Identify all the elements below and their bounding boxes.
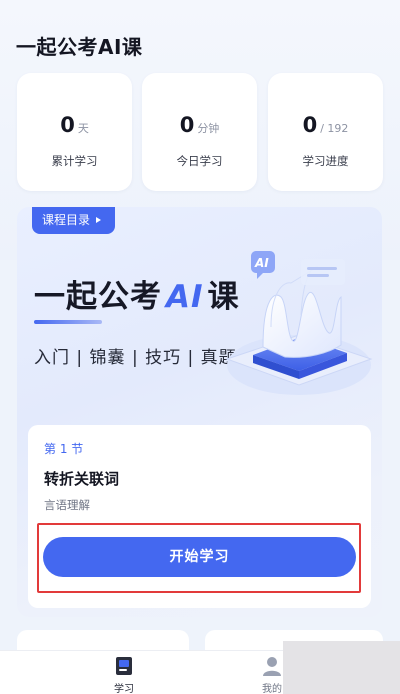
start-learning-button[interactable]: 开始学习	[43, 537, 356, 577]
stats-row: 0天 累计学习 0 分钟 今日学习 0/ 192 学习进度	[17, 73, 383, 191]
stat-value: 0	[179, 113, 195, 137]
stat-card-today-minutes: 0 分钟 今日学习	[142, 73, 257, 191]
stat-label: 学习进度	[302, 154, 349, 168]
stat-card-progress: 0/ 192 学习进度	[268, 73, 383, 191]
tab-study[interactable]: 学习	[84, 651, 164, 694]
caret-right-icon	[96, 217, 102, 223]
stat-unit: 分钟	[197, 122, 220, 135]
stat-label: 累计学习	[51, 154, 98, 168]
ai-badge-text: AI	[254, 256, 269, 270]
stat-card-total-days: 0天 累计学习	[17, 73, 132, 191]
page-title: 一起公考AI课	[16, 35, 143, 59]
stat-value: 0	[60, 113, 75, 137]
hero-title-part: 一起公考	[34, 279, 162, 315]
stat-label: 今日学习	[176, 154, 223, 168]
hero-title: 一起公考 AI 课	[34, 271, 240, 316]
lesson-category: 言语理解	[44, 498, 90, 512]
tab-study-label: 学习	[114, 684, 134, 694]
ai-course-illustration: AI	[225, 251, 373, 395]
hero-title-ai: AI	[166, 279, 204, 315]
stat-value: 0	[302, 113, 318, 137]
lesson-number: 第 1 节	[44, 442, 84, 456]
hero-underline	[34, 320, 102, 324]
stat-unit: 天	[77, 122, 89, 135]
gray-overlay-patch	[283, 641, 400, 694]
book-icon	[116, 657, 132, 675]
course-catalog-label: 课程目录	[42, 213, 91, 227]
stat-unit: / 192	[320, 122, 349, 135]
lesson-title: 转折关联词	[44, 470, 120, 488]
hero-tags: 入门 | 锦囊 | 技巧 | 真题	[34, 348, 237, 368]
user-icon	[263, 657, 281, 676]
course-catalog-button[interactable]: 课程目录	[32, 207, 115, 234]
